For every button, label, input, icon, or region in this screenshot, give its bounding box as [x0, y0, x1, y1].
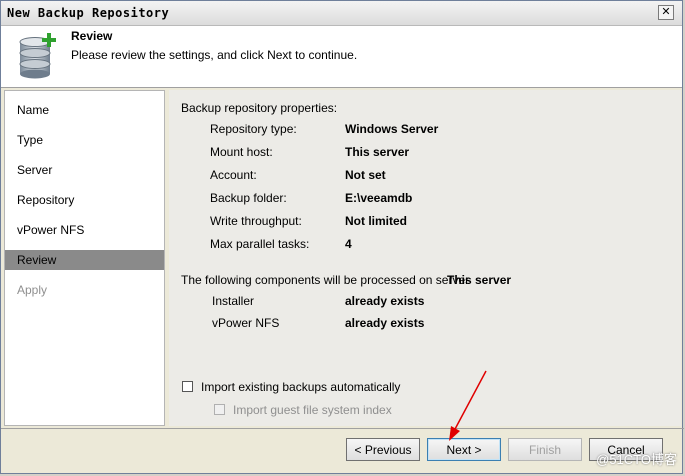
property-label: Write throughput: — [210, 214, 302, 228]
window-title: New Backup Repository — [7, 6, 170, 20]
finish-button: Finish — [508, 438, 582, 461]
sidebar-item-review[interactable]: Review — [5, 250, 164, 270]
component-status: already exists — [345, 294, 425, 308]
property-label: Max parallel tasks: — [210, 237, 310, 251]
component-status: already exists — [345, 316, 425, 330]
components-server: This server — [447, 273, 512, 287]
import-backups-label[interactable]: Import existing backups automatically — [201, 380, 400, 394]
review-panel: Backup repository properties: Repository… — [169, 90, 681, 426]
wizard-header: Review Please review the settings, and c… — [1, 26, 682, 88]
component-label: Installer — [212, 294, 255, 308]
property-label: Repository type: — [210, 122, 297, 136]
property-value: 4 — [345, 237, 352, 251]
sidebar-item-name[interactable]: Name — [5, 100, 164, 120]
sidebar-item-server[interactable]: Server — [5, 160, 164, 180]
footer-divider — [1, 428, 684, 429]
sidebar-item-vpower-nfs[interactable]: vPower NFS — [5, 220, 164, 240]
import-guest-index-checkbox — [214, 404, 225, 415]
close-icon[interactable]: ✕ — [658, 5, 674, 20]
property-value: E:\veeamdb — [345, 191, 413, 205]
property-label: Account: — [210, 168, 257, 182]
sidebar-item-repository[interactable]: Repository — [5, 190, 164, 210]
property-value: Not set — [345, 168, 386, 182]
page-title: Review — [71, 29, 113, 43]
property-value: Not limited — [345, 214, 407, 228]
previous-button[interactable]: < Previous — [346, 438, 420, 461]
title-bar[interactable]: New Backup Repository ✕ — [1, 1, 682, 26]
property-label: Mount host: — [210, 145, 273, 159]
import-guest-index-label: Import guest file system index — [233, 403, 392, 417]
property-label: Backup folder: — [210, 191, 287, 205]
property-value: This server — [345, 145, 410, 159]
sidebar-item-apply: Apply — [17, 283, 48, 297]
component-label: vPower NFS — [212, 316, 280, 330]
properties-heading: Backup repository properties: — [181, 101, 338, 115]
dialog-window: New Backup Repository ✕ Review Please re… — [0, 0, 684, 474]
page-subtitle: Please review the settings, and click Ne… — [71, 48, 358, 62]
next-button[interactable]: Next > — [427, 438, 501, 461]
watermark: @51CTO博客 — [596, 452, 677, 467]
wizard-steps: Name Type Server Repository vPower NFS R… — [4, 90, 165, 426]
sidebar-item-type[interactable]: Type — [5, 130, 164, 150]
database-add-icon — [19, 33, 56, 79]
property-value: Windows Server — [345, 122, 439, 136]
import-backups-checkbox[interactable] — [182, 381, 193, 392]
components-heading: The following components will be process… — [181, 273, 470, 287]
